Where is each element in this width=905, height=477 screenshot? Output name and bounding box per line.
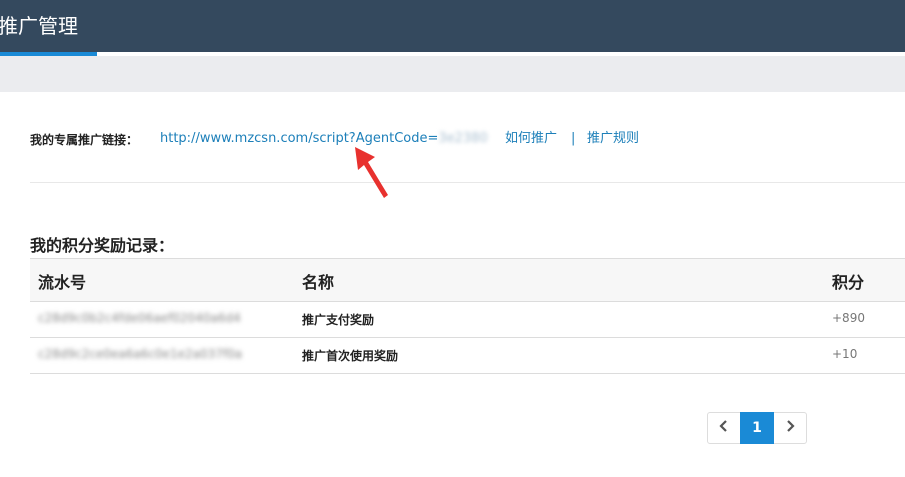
promotion-rules-link[interactable]: 推广规则: [587, 130, 639, 148]
pagination: 1: [707, 412, 807, 444]
link-separator: |: [571, 131, 576, 146]
table-header: 流水号 名称 积分: [30, 258, 905, 302]
active-tab-indicator: [0, 52, 97, 56]
page-1-button[interactable]: 1: [740, 412, 774, 444]
column-header-serial: 流水号: [38, 273, 87, 292]
main-panel: 我的专属推广链接： http://www.mzcsn.com/script?Ag…: [0, 92, 905, 477]
table-row: c28d9c0b2c4fde06aef02040a6d4 推广支付奖励 +890: [30, 302, 905, 338]
points-cell: +890: [832, 311, 865, 325]
table-row: c28d9c2ce0ea6a6c0e1e2a037f0a 推广首次使用奖励 +1…: [30, 338, 905, 374]
header-underline: [97, 52, 905, 56]
prev-page-button[interactable]: [707, 412, 741, 444]
top-header: 推广管理: [0, 0, 905, 52]
records-table: 流水号 名称 积分 c28d9c0b2c4fde06aef02040a6d4 推…: [30, 258, 905, 374]
points-cell: +10: [832, 347, 858, 361]
annotation-arrow-icon: [355, 147, 388, 198]
records-title: 我的积分奖励记录：: [30, 236, 175, 255]
section-divider: [30, 182, 905, 183]
column-header-name: 名称: [302, 273, 335, 292]
chevron-right-icon: [785, 420, 795, 436]
agent-code-blurred: 3e2380: [438, 131, 488, 146]
promo-link-label: 我的专属推广链接：: [30, 133, 139, 147]
column-header-points: 积分: [832, 273, 865, 292]
chevron-left-icon: [719, 420, 729, 436]
serial-number-cell: c28d9c0b2c4fde06aef02040a6d4: [38, 311, 241, 325]
page-title: 推广管理: [0, 14, 78, 38]
reward-name-cell: 推广支付奖励: [302, 313, 375, 327]
promo-link[interactable]: http://www.mzcsn.com/script?AgentCode=3e…: [160, 130, 488, 148]
how-to-promote-link[interactable]: 如何推广: [505, 130, 557, 148]
next-page-button[interactable]: [773, 412, 807, 444]
serial-number-cell: c28d9c2ce0ea6a6c0e1e2a037f0a: [38, 347, 243, 361]
reward-name-cell: 推广首次使用奖励: [302, 349, 399, 363]
